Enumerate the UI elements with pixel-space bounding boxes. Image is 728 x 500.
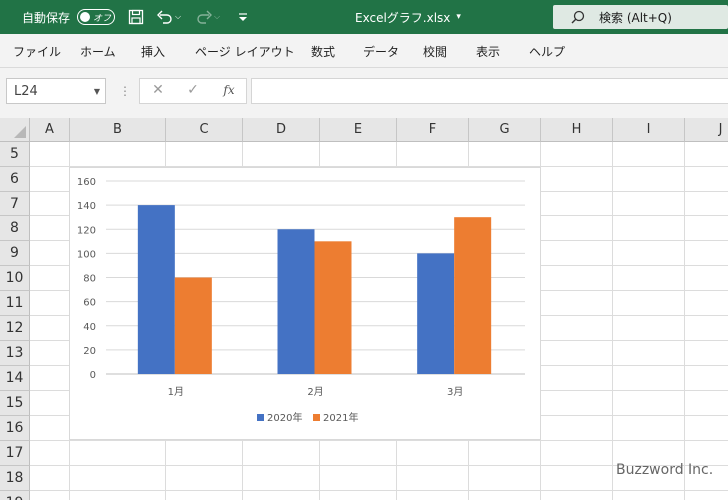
bar-chart: 0 20 40 60 80 100 120 140 160 1月 2月 3月 2020年 2021年	[77, 177, 525, 424]
select-all-button[interactable]	[0, 118, 30, 142]
row-header-14[interactable]: 14	[0, 366, 30, 391]
row-header-9[interactable]: 9	[0, 241, 30, 266]
column-header-g[interactable]: G	[469, 118, 541, 142]
column-header-j[interactable]: J	[685, 118, 728, 142]
cancel-icon[interactable]: ✕	[148, 82, 168, 98]
enter-icon[interactable]: ✓	[183, 82, 203, 98]
y-tick-label: 60	[83, 298, 96, 309]
row-header-5[interactable]: 5	[0, 142, 30, 167]
row-header-18[interactable]: 18	[0, 466, 30, 491]
x-tick-label: 3月	[447, 386, 463, 398]
title-dropdown-icon: ▾	[456, 12, 461, 22]
name-box-value: L24	[14, 83, 38, 99]
redo-dropdown-icon[interactable]: ⌵	[211, 0, 223, 34]
tab-data[interactable]: データ	[363, 34, 399, 68]
y-tick-label: 160	[77, 177, 96, 188]
save-icon[interactable]	[125, 0, 147, 34]
tab-review[interactable]: 校閲	[423, 34, 447, 68]
tab-insert[interactable]: 挿入	[141, 34, 165, 68]
y-tick-label: 40	[83, 322, 96, 333]
more-options-icon[interactable]: ⋮	[119, 84, 131, 98]
title-bar: 自動保存 オフ ⌵ ⌵ Excelグラフ.xlsx ▾ 検索 (Alt+Q)	[0, 0, 728, 34]
autosave-state: オフ	[93, 13, 112, 24]
watermark: Buzzword Inc.	[616, 462, 714, 478]
name-box[interactable]: L24 ▼	[6, 78, 106, 104]
y-tick-label: 120	[77, 225, 96, 236]
y-tick-label: 140	[77, 201, 96, 212]
row-header-19[interactable]: 19	[0, 491, 30, 500]
y-tick-label: 20	[83, 346, 96, 357]
row-header-11[interactable]: 11	[0, 291, 30, 316]
autosave-toggle[interactable]: オフ	[77, 9, 115, 25]
row-header-6[interactable]: 6	[0, 167, 30, 192]
x-tick-label: 1月	[168, 386, 184, 398]
legend-swatch	[313, 414, 320, 421]
legend-label: 2020年	[267, 411, 302, 424]
undo-dropdown-icon[interactable]: ⌵	[172, 0, 184, 34]
customize-qat-icon[interactable]	[232, 0, 254, 34]
column-header-c[interactable]: C	[166, 118, 243, 142]
column-header-e[interactable]: E	[320, 118, 397, 142]
tab-file[interactable]: ファイル	[13, 34, 61, 68]
gridline	[30, 490, 728, 491]
row-header-10[interactable]: 10	[0, 266, 30, 291]
column-header-h[interactable]: H	[541, 118, 613, 142]
search-box[interactable]: 検索 (Alt+Q)	[553, 5, 728, 29]
legend-label: 2021年	[323, 411, 358, 424]
row-header-12[interactable]: 12	[0, 316, 30, 341]
row-header-16[interactable]: 16	[0, 416, 30, 441]
file-name: Excelグラフ.xlsx	[355, 10, 451, 25]
column-header-a[interactable]: A	[30, 118, 70, 142]
row-header-17[interactable]: 17	[0, 441, 30, 466]
legend-swatch	[257, 414, 264, 421]
tab-help[interactable]: ヘルプ	[529, 34, 565, 68]
name-box-dropdown-icon[interactable]: ▼	[94, 87, 100, 96]
y-tick-label: 0	[90, 370, 96, 381]
window-title[interactable]: Excelグラフ.xlsx ▾	[355, 0, 461, 34]
row-header-15[interactable]: 15	[0, 391, 30, 416]
bar-2	[454, 217, 492, 374]
row-header-13[interactable]: 13	[0, 341, 30, 366]
bar-1	[137, 205, 175, 374]
bar-1	[277, 229, 315, 374]
gridline	[684, 142, 685, 500]
formula-input[interactable]	[251, 78, 728, 104]
column-header-i[interactable]: I	[613, 118, 685, 142]
bar-2	[174, 277, 212, 374]
toggle-knob	[80, 12, 90, 22]
insert-function-icon[interactable]: fx	[219, 83, 239, 97]
gridline	[612, 142, 613, 500]
formula-buttons: ✕ ✓ fx	[139, 78, 247, 104]
search-text: 検索 (Alt+Q)	[599, 10, 672, 25]
chart-object[interactable]: 0 20 40 60 80 100 120 140 160 1月 2月 3月 2020年 2021年	[69, 167, 541, 440]
column-header-f[interactable]: F	[397, 118, 469, 142]
autosave-label: 自動保存	[22, 10, 71, 25]
search-icon	[571, 10, 585, 24]
bar-2	[314, 241, 352, 374]
tab-home[interactable]: ホーム	[80, 34, 116, 68]
tab-formulas[interactable]: 数式	[311, 34, 335, 68]
row-header-8[interactable]: 8	[0, 216, 30, 241]
bar-1	[417, 253, 455, 374]
column-header-d[interactable]: D	[243, 118, 320, 142]
tab-page-layout[interactable]: ページ レイアウト	[195, 34, 295, 68]
ribbon-tabs: ファイル ホーム 挿入 ページ レイアウト 数式 データ 校閲 表示 ヘルプ	[0, 34, 728, 68]
column-header-b[interactable]: B	[70, 118, 166, 142]
x-tick-label: 2月	[307, 386, 323, 398]
select-all-triangle-icon	[14, 126, 26, 138]
y-tick-label: 100	[77, 249, 96, 260]
tab-view[interactable]: 表示	[476, 34, 500, 68]
y-tick-label: 80	[83, 274, 96, 285]
formula-bar-area: L24 ▼ ⋮ ✕ ✓ fx	[0, 68, 728, 118]
row-header-7[interactable]: 7	[0, 192, 30, 216]
